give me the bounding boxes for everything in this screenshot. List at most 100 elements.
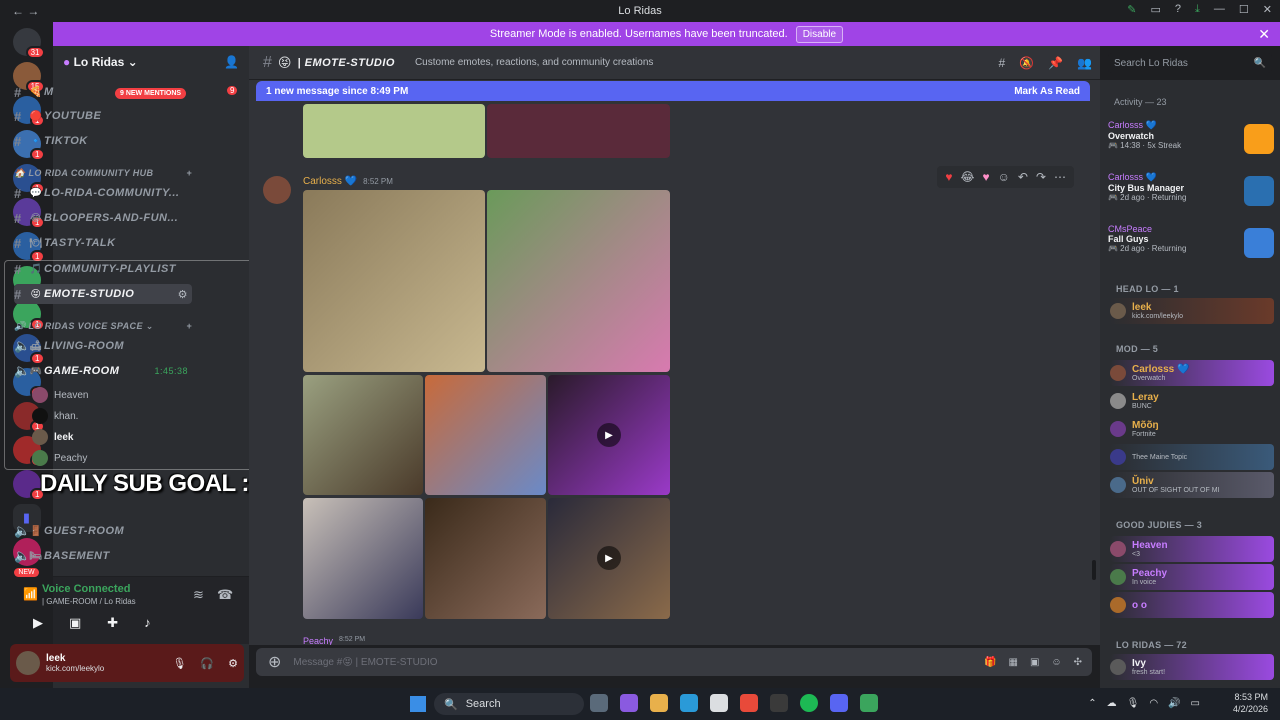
member-item[interactable]: Carlosss 💙 Overwatch (1110, 360, 1274, 386)
voice-living-room[interactable]: 🔈 🛋 LIVING-ROOM (14, 336, 192, 356)
play-icon[interactable]: ▶ (597, 423, 621, 447)
heart-reaction[interactable]: ♥ (945, 170, 952, 184)
file-explorer-icon[interactable] (650, 694, 668, 712)
mic-icon[interactable]: 🎙 (172, 657, 186, 670)
member-item[interactable]: Heaven <3 (1110, 536, 1274, 562)
attachment-image[interactable] (303, 498, 423, 619)
windows-start-icon[interactable] (410, 696, 426, 712)
attachment-image[interactable] (487, 104, 670, 158)
obs-icon[interactable] (770, 694, 788, 712)
volume-icon[interactable]: 🔊 (1168, 698, 1180, 709)
channel-community-playlist[interactable]: # 🎵 COMMUNITY-PLAYLIST (14, 259, 192, 279)
taskbar-search[interactable]: 🔍 Search (434, 693, 584, 715)
spotify-icon[interactable] (800, 694, 818, 712)
copilot-icon[interactable] (620, 694, 638, 712)
wifi-icon[interactable]: ◠ (1149, 698, 1158, 709)
voice-user[interactable]: khan. (32, 408, 182, 424)
maximize-button[interactable]: ☐ (1239, 3, 1249, 16)
gear-icon[interactable]: ⚙ (228, 657, 238, 670)
member-item[interactable]: Leray BUNC (1110, 388, 1274, 414)
voice-user[interactable]: Peachy (32, 450, 182, 466)
add-reaction-icon[interactable]: ☺ (998, 170, 1010, 184)
message-input[interactable]: Message #😝 | EMOTE-STUDIO (293, 657, 437, 668)
new-messages-bar[interactable]: 1 new message since 8:49 PM Mark As Read (256, 81, 1090, 101)
noise-icon[interactable]: ≋ (193, 587, 204, 603)
attachment-image[interactable] (303, 375, 423, 495)
inbox-icon[interactable]: ▭ (1151, 3, 1161, 16)
more-icon[interactable]: ⋯ (1054, 170, 1066, 184)
soundboard-icon[interactable]: ♪ (144, 615, 151, 631)
discord-icon[interactable] (830, 694, 848, 712)
app-icon[interactable] (860, 694, 878, 712)
activity-header[interactable]: Activity — 23 (1114, 97, 1167, 107)
settings-icon[interactable]: ⚙ (178, 288, 188, 301)
download-icon[interactable]: ⤓ (1195, 3, 1200, 16)
threads-icon[interactable]: # (998, 56, 1005, 70)
store-icon[interactable] (710, 694, 728, 712)
emoji-picker-icon[interactable]: ☺ (1051, 657, 1061, 668)
cloud-icon[interactable]: ☁ (1107, 698, 1117, 709)
message-author[interactable]: Carlosss 💙 (303, 176, 357, 187)
avatar[interactable] (16, 651, 40, 675)
mark-as-read-button[interactable]: Mark As Read (1014, 86, 1080, 97)
screen-share-icon[interactable]: ▣ (69, 615, 81, 631)
scrollbar[interactable] (1092, 560, 1096, 580)
category-voice-space[interactable]: 🔊 LO RIDAS VOICE SPACE ⌄ + (14, 321, 192, 332)
voice-guest-room[interactable]: 🔈 🚪 GUEST-ROOM (14, 521, 192, 541)
members-icon[interactable]: 👥 (1077, 56, 1092, 70)
signal-icon[interactable]: 📶 (23, 587, 38, 601)
sticker-icon[interactable]: ▣ (1030, 657, 1039, 668)
attachment-image[interactable] (425, 375, 546, 495)
close-icon[interactable]: ✕ (1258, 26, 1270, 43)
pin-icon[interactable]: 📌 (1048, 56, 1063, 70)
gif-icon[interactable]: ▦ (1008, 657, 1017, 668)
edge-icon[interactable] (680, 694, 698, 712)
member-item[interactable]: Peachy In voice (1110, 564, 1274, 590)
activity-card[interactable]: CMsPeace Fall Guys 🎮 2d ago · Returning (1108, 224, 1274, 272)
headphones-icon[interactable]: 🎧 (200, 657, 214, 670)
voice-user[interactable]: Heaven (32, 387, 182, 403)
close-button[interactable]: ✕ (1263, 3, 1272, 16)
channel-emote-studio[interactable]: # 😝 EMOTE-STUDIO ⚙ (14, 284, 192, 304)
attachment-image[interactable] (303, 190, 485, 372)
chrome-icon[interactable] (740, 694, 758, 712)
disable-button[interactable]: Disable (795, 25, 844, 43)
server-icon[interactable]: 1 (12, 470, 45, 501)
pink-heart-reaction[interactable]: ♥ (982, 170, 989, 184)
channel-bloopers[interactable]: # 😂 BLOOPERS-AND-FUN... (14, 208, 192, 228)
play-icon[interactable]: ▶ (597, 546, 621, 570)
member-item[interactable]: Mõõŋ Fortnite (1110, 416, 1274, 442)
laugh-reaction[interactable]: 😂 (960, 170, 974, 184)
channel-topic[interactable]: Custome emotes, reactions, and community… (415, 57, 653, 68)
disconnect-icon[interactable]: ☎ (217, 587, 233, 603)
home-button[interactable]: 31 (12, 28, 45, 59)
add-channel-icon[interactable]: + (186, 321, 192, 332)
search-input[interactable]: Search Lo Ridas 🔍 (1108, 53, 1272, 73)
voice-basement[interactable]: 🔈 🛏 BASEMENT (14, 546, 192, 566)
attachment-image[interactable] (425, 498, 546, 619)
attachment-image[interactable] (487, 190, 670, 372)
message-author[interactable]: Peachy (303, 636, 333, 645)
member-item[interactable]: o o (1110, 592, 1274, 618)
mic-icon[interactable]: 🎙 (1127, 698, 1140, 709)
camera-icon[interactable]: ▶ (33, 615, 43, 631)
gift-icon[interactable]: 🎁 (984, 657, 996, 668)
add-member-icon[interactable]: 👤 (224, 55, 239, 69)
new-mentions-pill[interactable]: 9 NEW MENTIONS (115, 88, 187, 99)
voice-game-room[interactable]: 🔈 🎮 GAME-ROOM 1:45:38 (14, 361, 192, 381)
voice-status[interactable]: Voice Connected (42, 583, 130, 595)
channel-tasty-talk[interactable]: # 🍽 TASTY-TALK (14, 233, 192, 253)
battery-icon[interactable]: ▭ (1191, 698, 1200, 709)
add-attachment-icon[interactable]: ⊕ (268, 652, 281, 672)
activity-card[interactable]: Carlosss 💙 City Bus Manager 🎮 2d ago · R… (1108, 172, 1274, 220)
chevron-up-icon[interactable]: ⌃ (1088, 698, 1096, 709)
guild-header[interactable]: ● Lo Ridas ⌄ 👤 (53, 46, 249, 78)
channel-youtube[interactable]: # 🔴 YOUTUBE (14, 106, 192, 126)
channel-community[interactable]: # 💬 LO-RIDA-COMMUNITY... (14, 183, 192, 203)
forward-icon[interactable]: ↷ (1036, 170, 1046, 184)
activity-icon[interactable]: ✚ (107, 615, 118, 631)
help-icon[interactable]: ? (1175, 3, 1181, 16)
reply-icon[interactable]: ↶ (1018, 170, 1028, 184)
member-item[interactable]: Ivy fresh start! (1110, 654, 1274, 680)
nitro-icon[interactable]: ✎ (1127, 3, 1136, 16)
